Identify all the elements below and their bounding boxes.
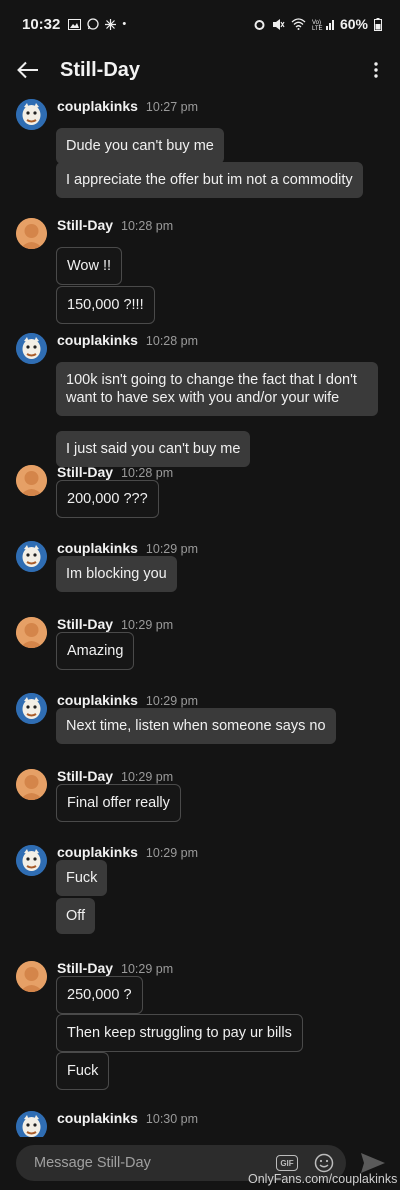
- message-time: 10:29 pm: [121, 962, 174, 976]
- watermark: OnlyFans.com/couplakinks: [248, 1172, 398, 1186]
- avatar[interactable]: [16, 218, 47, 249]
- avatar[interactable]: [16, 617, 47, 648]
- message-time: 10:29 pm: [121, 770, 174, 784]
- message-time: 10:28 pm: [121, 219, 174, 233]
- message-bubble[interactable]: Amazing: [56, 632, 135, 670]
- message-bubble[interactable]: 200,000 ???: [56, 480, 159, 518]
- message-meta: couplakinks 10:28 pm: [57, 332, 198, 348]
- signal-icon: Vo)LTE: [312, 20, 334, 30]
- sender-name: couplakinks: [57, 844, 138, 860]
- message-group: couplakinks 10:28 pm 100k isn't going to c…: [0, 329, 400, 469]
- message-meta: Still-Day 10:29 pm: [57, 768, 173, 784]
- message-bubble[interactable]: I appreciate the offer but im not a comm…: [56, 162, 363, 198]
- message-meta: Still-Day 10:28 pm: [57, 217, 173, 233]
- smiley-icon[interactable]: [314, 1153, 334, 1173]
- message-group: couplakinks 10:30 pm: [0, 1107, 400, 1137]
- avatar[interactable]: [16, 99, 47, 130]
- message-time: 10:27 pm: [145, 100, 199, 114]
- sender-name: couplakinks: [57, 1110, 138, 1126]
- system-icons: Vo) LTE 60%: [253, 16, 382, 32]
- chat-header: Still-Day: [0, 48, 400, 92]
- message-bubble[interactable]: 100k isn't going to change the fact that…: [56, 362, 378, 416]
- message-bubble[interactable]: Fuck: [56, 1052, 110, 1090]
- sender-name: Still-Day: [57, 217, 114, 233]
- message-time: 10:28 pm: [121, 466, 174, 480]
- message-meta: couplakinks 10:29 pm: [57, 844, 198, 860]
- message-bubble[interactable]: Im blocking you: [56, 556, 177, 592]
- sender-name: couplakinks: [57, 98, 138, 114]
- message-meta: couplakinks 10:29 pm: [57, 692, 198, 708]
- sender-name: couplakinks: [57, 540, 138, 556]
- sender-name: Still-Day: [57, 768, 114, 784]
- message-meta: couplakinks 10:30 pm: [57, 1110, 198, 1126]
- wifi-icon: [291, 18, 306, 30]
- alarm-icon: [254, 19, 265, 30]
- message-input[interactable]: [34, 1155, 264, 1171]
- avatar[interactable]: [16, 465, 47, 496]
- avatar[interactable]: [16, 333, 47, 364]
- status-time: 10:32: [22, 15, 61, 33]
- sender-name: Still-Day: [57, 616, 114, 632]
- avatar[interactable]: [16, 1111, 47, 1137]
- dot-icon: •: [122, 18, 127, 30]
- message-time: 10:28 pm: [145, 334, 199, 348]
- whatsapp-icon: [87, 18, 100, 30]
- message-bubble[interactable]: Next time, listen when someone says no: [56, 708, 336, 744]
- message-bubble[interactable]: Fuck: [56, 860, 108, 896]
- message-meta: Still-Day 10:28 pm: [57, 464, 173, 480]
- message-meta: Still-Day 10:29 pm: [57, 960, 173, 976]
- send-icon[interactable]: [360, 1152, 386, 1174]
- message-meta: couplakinks 10:27 pm: [57, 98, 198, 114]
- avatar[interactable]: [16, 693, 47, 724]
- gif-label: GIF: [280, 1158, 294, 1168]
- message-bubble[interactable]: Then keep struggling to pay ur bills: [56, 1014, 303, 1052]
- message-bubble[interactable]: 250,000 ?: [56, 976, 143, 1014]
- message-bubble[interactable]: Dude you can't buy me: [56, 128, 224, 164]
- sender-name: couplakinks: [57, 692, 138, 708]
- more-options-button[interactable]: [368, 58, 384, 82]
- back-button[interactable]: [16, 58, 40, 82]
- message-meta: couplakinks 10:29 pm: [57, 540, 198, 556]
- notification-icons: •: [68, 18, 126, 30]
- message-list[interactable]: couplakinks 10:27 pm Dude you can't buy me…: [0, 95, 400, 1137]
- mute-icon: [272, 18, 285, 30]
- message-bubble[interactable]: Final offer really: [56, 784, 181, 822]
- message-time: 10:29 pm: [145, 846, 199, 860]
- message-bubble[interactable]: 150,000 ?!!!: [56, 286, 155, 324]
- avatar[interactable]: [16, 845, 47, 876]
- message-time: 10:29 pm: [121, 618, 174, 632]
- message-meta: Still-Day 10:29 pm: [57, 616, 173, 632]
- svg-text:LTE: LTE: [312, 26, 323, 30]
- battery-icon: [374, 17, 382, 31]
- status-bar: 10:32 • Vo) LTE 60%: [0, 0, 400, 48]
- sender-name: couplakinks: [57, 332, 138, 348]
- avatar[interactable]: [16, 769, 47, 800]
- message-group: Still-Day 10:29 pm 250,000 ? Then keep stru…: [0, 957, 400, 1097]
- gif-button[interactable]: GIF: [276, 1155, 298, 1171]
- sender-name: Still-Day: [57, 464, 114, 480]
- message-time: 10:30 pm: [145, 1112, 199, 1126]
- message-bubble[interactable]: Off: [56, 898, 96, 934]
- chat-title: Still-Day: [60, 58, 141, 81]
- more-vert-icon: [374, 62, 378, 78]
- arrow-left-icon: [17, 61, 38, 79]
- message-time: 10:29 pm: [145, 542, 199, 556]
- gallery-icon: [68, 18, 82, 30]
- avatar[interactable]: [16, 541, 47, 572]
- message-bubble[interactable]: Wow !!: [56, 247, 123, 285]
- message-time: 10:29 pm: [145, 694, 199, 708]
- snowflake-icon: [105, 18, 117, 30]
- battery-percent: 60%: [339, 16, 368, 32]
- avatar[interactable]: [16, 961, 47, 992]
- sender-name: Still-Day: [57, 960, 114, 976]
